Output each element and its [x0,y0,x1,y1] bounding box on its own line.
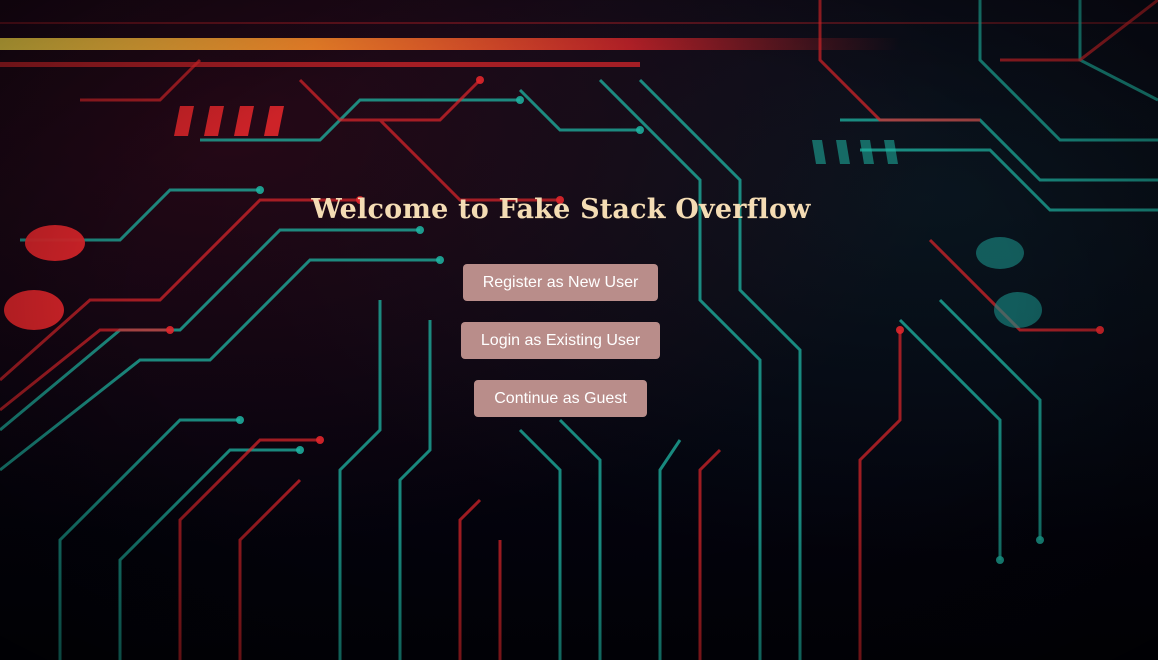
register-button[interactable]: Register as New User [463,264,658,301]
landing-page: Welcome to Fake Stack Overflow Register … [0,0,1158,660]
page-title: Welcome to Fake Stack Overflow [311,194,811,225]
login-button[interactable]: Login as Existing User [461,322,660,359]
guest-button[interactable]: Continue as Guest [474,380,647,417]
